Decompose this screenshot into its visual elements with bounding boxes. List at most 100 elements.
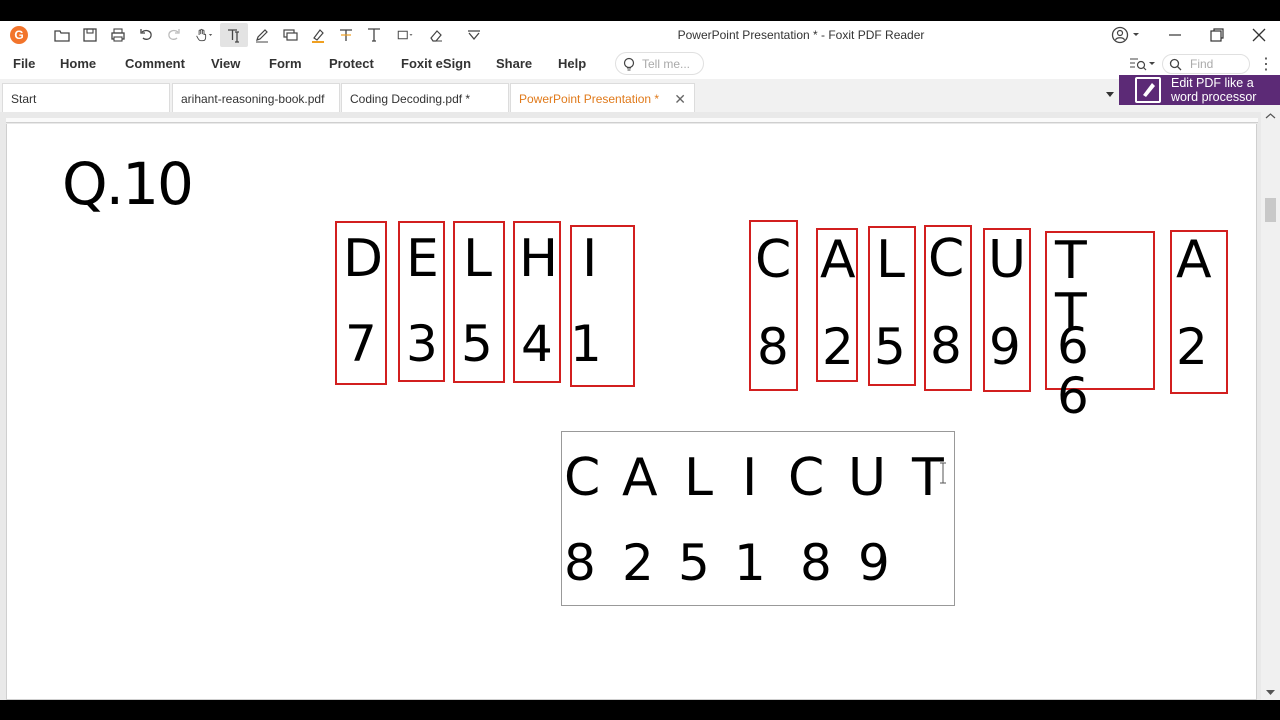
calcutta-cell-6: T T 6 6 — [1045, 231, 1155, 421]
tell-me-search[interactable]: Tell me... — [615, 52, 704, 75]
tab-start[interactable]: Start — [2, 83, 170, 112]
minimize-button[interactable] — [1155, 21, 1195, 49]
customize-icon[interactable] — [460, 23, 488, 47]
menu-home[interactable]: Home — [60, 56, 96, 71]
foxit-window: G PowerPoint Presentation * - Foxit PDF … — [0, 0, 1280, 720]
answer-digit: 8 — [564, 534, 596, 592]
letter: U — [988, 230, 1027, 290]
ribbon-menu: File Home Comment View Form Protect Foxi… — [0, 49, 1280, 79]
letter: L — [876, 230, 905, 290]
vertical-scrollbar[interactable] — [1261, 112, 1280, 700]
tab-powerpoint[interactable]: PowerPoint Presentation * ✕ — [510, 83, 695, 112]
hand-tool-icon[interactable] — [188, 23, 220, 47]
menu-help[interactable]: Help — [558, 56, 586, 71]
digit: 7 — [345, 315, 377, 373]
calcutta-cell-3: L 5 — [868, 226, 916, 386]
answer-letter: U — [848, 448, 887, 508]
document-viewport[interactable]: Q.10 D 7 E 3 L 5 H 4 I 1 C 8 A 2 L 5 C 8… — [0, 112, 1280, 700]
promo-text: Edit PDF like a word processor — [1171, 76, 1256, 104]
comment-icon[interactable] — [276, 23, 304, 47]
digit: 2 — [1176, 318, 1208, 376]
menu-file[interactable]: File — [13, 56, 35, 71]
close-button[interactable] — [1239, 21, 1279, 49]
delhi-cell-4: H 4 — [513, 221, 561, 383]
tab-label: PowerPoint Presentation * — [519, 92, 660, 106]
tab-arihant[interactable]: arihant-reasoning-book.pdf — [172, 83, 340, 112]
previous-page-edge — [6, 118, 1258, 123]
restore-button[interactable] — [1197, 21, 1237, 49]
letter: L — [463, 229, 492, 289]
letter: C — [928, 229, 965, 289]
tab-label: Coding Decoding.pdf * — [350, 92, 471, 106]
redo-icon[interactable] — [160, 23, 188, 47]
answer-letter: A — [622, 448, 658, 508]
pen-icon[interactable] — [248, 23, 276, 47]
find-input[interactable]: Find — [1162, 54, 1250, 74]
calcutta-cell-7: A 2 — [1170, 230, 1228, 394]
document-tab-bar: Start arihant-reasoning-book.pdf Coding … — [0, 79, 1280, 112]
foxit-logo-icon[interactable]: G — [10, 26, 28, 44]
scroll-up-icon[interactable] — [1263, 112, 1278, 120]
search-options-dropdown[interactable] — [1128, 55, 1158, 73]
letter: E — [406, 229, 439, 289]
answer-digit: 8 — [800, 534, 832, 592]
eraser-icon[interactable] — [422, 23, 450, 47]
tab-label: arihant-reasoning-book.pdf — [181, 92, 325, 106]
question-number: Q.10 — [62, 150, 194, 218]
scrollbar-thumb[interactable] — [1265, 198, 1276, 222]
rectangle-icon[interactable] — [388, 23, 422, 47]
editor-logo-icon — [1135, 77, 1161, 103]
tab-list-dropdown-icon[interactable] — [1105, 89, 1115, 99]
menu-esign[interactable]: Foxit eSign — [401, 56, 471, 71]
account-menu[interactable] — [1110, 25, 1144, 45]
save-icon[interactable] — [76, 23, 104, 47]
pdf-page[interactable]: Q.10 D 7 E 3 L 5 H 4 I 1 C 8 A 2 L 5 C 8… — [6, 124, 1257, 700]
tab-coding-decoding[interactable]: Coding Decoding.pdf * — [341, 83, 509, 112]
calcutta-cell-4: C 8 — [924, 225, 972, 391]
menu-view[interactable]: View — [211, 56, 240, 71]
more-options-icon[interactable]: ⋮ — [1258, 54, 1274, 74]
select-text-icon[interactable] — [220, 23, 248, 47]
digit: 3 — [406, 315, 438, 373]
answer-letter: C — [788, 448, 825, 508]
calcutta-cell-2: A 2 — [816, 228, 858, 382]
digit: 8 — [757, 318, 789, 376]
letter: A — [820, 230, 856, 290]
answer-digit: 2 — [622, 534, 654, 592]
answer-text-box[interactable]: C A L I C U T 8 2 5 1 8 9 — [561, 431, 955, 606]
tab-label: Start — [11, 92, 37, 106]
menu-protect[interactable]: Protect — [329, 56, 374, 71]
text-box-icon[interactable] — [360, 23, 388, 47]
tell-me-placeholder: Tell me... — [642, 56, 691, 71]
digit-pair: 6 6 — [1057, 317, 1097, 425]
promo-line2: word processor — [1171, 90, 1257, 104]
menu-form[interactable]: Form — [269, 56, 302, 71]
open-folder-icon[interactable] — [48, 23, 76, 47]
undo-icon[interactable] — [132, 23, 160, 47]
scroll-down-icon[interactable] — [1263, 688, 1278, 698]
delhi-cell-2: E 3 — [398, 221, 445, 382]
digit: 5 — [461, 315, 493, 373]
screen-bottom-bar — [0, 700, 1280, 720]
digit: 8 — [930, 317, 962, 375]
delhi-cell-3: L 5 — [453, 221, 505, 383]
quick-access-toolbar — [48, 23, 488, 47]
highlight-icon[interactable] — [304, 23, 332, 47]
tab-close-icon[interactable]: ✕ — [674, 91, 686, 108]
menu-comment[interactable]: Comment — [125, 56, 185, 71]
text-cursor-icon — [940, 462, 946, 484]
answer-letter: I — [742, 448, 758, 508]
menu-share[interactable]: Share — [496, 56, 532, 71]
letter: A — [1176, 230, 1212, 290]
answer-letter: C — [564, 448, 601, 508]
screen-top-bar — [0, 0, 1280, 21]
edit-pdf-promo-button[interactable]: Edit PDF like a word processor — [1119, 75, 1280, 105]
restore-icon — [1210, 28, 1224, 42]
letter: C — [755, 230, 792, 290]
letter: I — [582, 229, 598, 289]
typewriter-icon[interactable] — [332, 23, 360, 47]
search-icon — [1169, 58, 1182, 70]
print-icon[interactable] — [104, 23, 132, 47]
answer-letter: T — [912, 448, 944, 508]
promo-line1: Edit PDF like a — [1171, 76, 1254, 90]
